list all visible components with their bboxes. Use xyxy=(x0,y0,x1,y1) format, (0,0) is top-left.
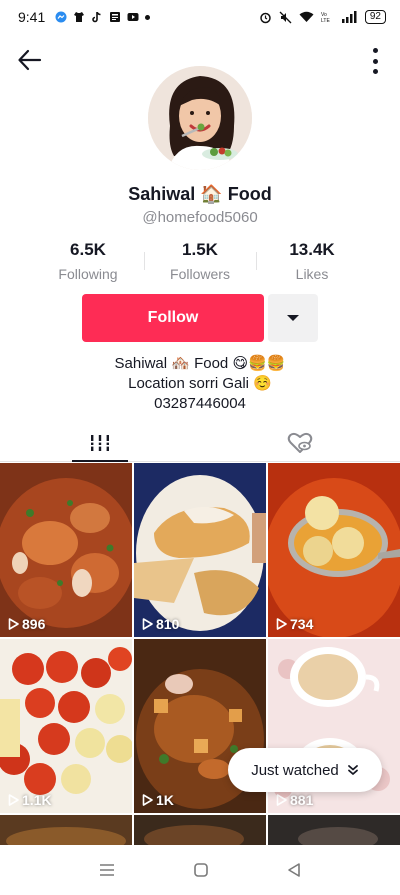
play-icon xyxy=(8,794,19,806)
video-thumbnail-partial[interactable] xyxy=(0,815,132,845)
video-thumbnail[interactable]: 734 xyxy=(268,463,400,637)
news-icon xyxy=(110,12,121,22)
video-thumbnail-image xyxy=(268,463,400,637)
just-watched-button[interactable]: Just watched xyxy=(228,748,382,792)
suggested-accounts-button[interactable] xyxy=(268,294,318,342)
video-thumbnail-image xyxy=(268,815,400,845)
likes-label: Likes xyxy=(295,266,329,282)
likes-stat[interactable]: 13.4K Likes xyxy=(256,240,368,282)
video-thumbnail[interactable]: 1.1K xyxy=(0,639,132,813)
followers-label: Followers xyxy=(170,266,230,282)
shirt-icon xyxy=(74,12,85,22)
status-time: 9:41 xyxy=(18,9,46,25)
svg-text:LTE: LTE xyxy=(321,18,330,23)
heart-hidden-icon xyxy=(287,432,313,453)
system-navigation-bar xyxy=(0,845,400,895)
back-arrow-icon[interactable] xyxy=(16,46,44,74)
view-count: 1K xyxy=(142,792,174,808)
display-name: Sahiwal 🏠 Food xyxy=(128,184,272,204)
caret-down-icon xyxy=(287,315,299,321)
more-notifications-icon xyxy=(145,14,151,20)
bio-line: Location sorri Gali ☺️ xyxy=(128,375,272,392)
profile-bio: Sahiwal 🏘️ Food 😋🍔🍔 Location sorri Gali … xyxy=(0,354,400,414)
system-icons: Vo LTE 92 xyxy=(259,10,386,24)
following-stat[interactable]: 6.5K Following xyxy=(32,240,144,282)
view-count: 1.1K xyxy=(8,792,52,808)
video-thumbnail-image xyxy=(0,463,132,637)
play-icon xyxy=(142,618,153,630)
profile-stats: 6.5K Following 1.5K Followers 13.4K Like… xyxy=(0,240,400,282)
liked-videos-tab[interactable] xyxy=(200,424,400,462)
signal-icon xyxy=(341,11,357,23)
tiktok-icon xyxy=(92,11,101,23)
play-icon xyxy=(276,618,287,630)
view-count: 810 xyxy=(142,616,179,632)
likes-count: 13.4K xyxy=(289,240,335,259)
followers-count: 1.5K xyxy=(182,240,218,259)
profile-tabs xyxy=(0,424,400,462)
selected-tab-indicator xyxy=(72,460,128,462)
video-thumbnail[interactable]: 896 xyxy=(0,463,132,637)
recent-apps-icon[interactable] xyxy=(98,863,116,877)
status-bar: 9:41 Vo LTE 92 xyxy=(0,0,400,34)
home-icon[interactable] xyxy=(193,862,209,878)
username: @homefood5060 xyxy=(142,209,258,226)
bio-line: Sahiwal 🏘️ Food 😋🍔🍔 xyxy=(114,355,286,372)
video-thumbnail-image xyxy=(0,639,132,813)
messenger-icon xyxy=(55,11,67,23)
videos-tab[interactable] xyxy=(0,424,200,462)
grid-lines-icon xyxy=(89,435,111,451)
just-watched-label: Just watched xyxy=(251,761,339,779)
more-options-icon[interactable] xyxy=(370,48,380,74)
play-icon xyxy=(8,618,19,630)
video-thumbnail-image xyxy=(0,815,132,845)
view-count: 881 xyxy=(276,792,313,808)
video-thumbnail-partial[interactable] xyxy=(134,815,266,845)
play-icon xyxy=(142,794,153,806)
following-label: Following xyxy=(58,266,118,282)
following-count: 6.5K xyxy=(70,240,106,259)
play-icon xyxy=(276,794,287,806)
double-chevron-down-icon xyxy=(347,765,358,775)
video-thumbnail-image xyxy=(134,463,266,637)
notification-icons xyxy=(55,11,151,23)
mute-icon xyxy=(279,11,292,23)
bio-line: 03287446004 xyxy=(154,395,246,412)
wifi-icon xyxy=(299,11,314,22)
avatar[interactable] xyxy=(148,66,252,170)
view-count: 734 xyxy=(276,616,313,632)
followers-stat[interactable]: 1.5K Followers xyxy=(144,240,256,282)
follow-button[interactable]: Follow xyxy=(82,294,264,342)
battery-level: 92 xyxy=(364,10,386,24)
video-thumbnail-partial[interactable] xyxy=(268,815,400,845)
alarm-icon xyxy=(260,12,271,23)
video-thumbnail-image xyxy=(134,815,266,845)
youtube-icon xyxy=(127,13,139,21)
view-count: 896 xyxy=(8,616,45,632)
back-triangle-icon[interactable] xyxy=(286,862,302,878)
video-thumbnail[interactable]: 810 xyxy=(134,463,266,637)
volte-icon: VoLTE xyxy=(321,12,330,23)
